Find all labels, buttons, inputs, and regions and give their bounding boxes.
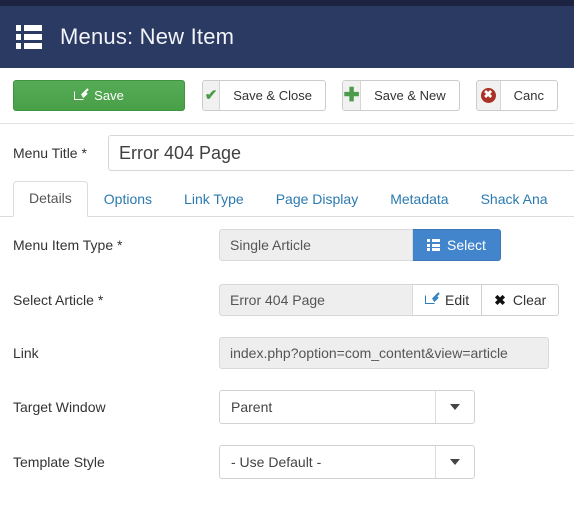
check-icon: ✔ bbox=[203, 81, 221, 110]
menu-item-type-select-button[interactable]: Select bbox=[413, 229, 501, 261]
tab-bar: Details Options Link Type Page Display M… bbox=[0, 181, 574, 217]
menu-item-type-value: Single Article bbox=[219, 229, 413, 261]
template-style-select[interactable]: - Use Default - bbox=[219, 444, 475, 479]
list-icon bbox=[16, 25, 42, 49]
save-and-close-label: Save & Close bbox=[233, 88, 312, 103]
page-title: Menus: New Item bbox=[60, 24, 235, 49]
article-clear-button[interactable]: ✖ Clear bbox=[482, 283, 560, 316]
tab-details[interactable]: Details bbox=[13, 181, 88, 217]
template-style-row: Template Style - Use Default - bbox=[0, 434, 574, 489]
menu-title-label: Menu Title * bbox=[13, 145, 87, 161]
save-and-new-button[interactable]: ✚ Save & New bbox=[341, 80, 460, 111]
select-article-label: Select Article * bbox=[13, 291, 104, 308]
cancel-circle-icon: ✖ bbox=[476, 81, 501, 110]
page-header: Menus: New Item bbox=[0, 6, 574, 68]
target-window-select[interactable]: Parent bbox=[219, 389, 475, 424]
toolbar: Save ✔ Save & Close ✚ Save & New ✖ Canc bbox=[0, 68, 574, 124]
chevron-down-icon[interactable] bbox=[435, 445, 474, 478]
save-and-new-label: Save & New bbox=[374, 88, 446, 103]
template-style-value: - Use Default - bbox=[231, 453, 322, 470]
tab-page-display[interactable]: Page Display bbox=[260, 182, 375, 217]
select-article-row: Select Article * Error 404 Page Edit ✖ C… bbox=[0, 273, 574, 326]
menu-title-input[interactable] bbox=[108, 135, 574, 171]
tab-shack-analytics[interactable]: Shack Ana bbox=[465, 182, 564, 217]
link-label: Link bbox=[13, 344, 39, 361]
link-row: Link index.php?option=com_content&view=a… bbox=[0, 326, 574, 379]
link-value: index.php?option=com_content&view=articl… bbox=[219, 336, 549, 369]
pencil-square-icon bbox=[74, 88, 89, 102]
article-clear-label: Clear bbox=[512, 291, 547, 308]
menu-item-type-row: Menu Item Type * Single Article Select bbox=[0, 217, 574, 273]
article-edit-label: Edit bbox=[445, 291, 470, 308]
tab-link-type[interactable]: Link Type bbox=[168, 182, 260, 217]
save-button-label: Save bbox=[94, 88, 124, 103]
target-window-row: Target Window Parent bbox=[0, 379, 574, 434]
menu-title-row: Menu Title * bbox=[0, 124, 574, 182]
pencil-square-icon bbox=[425, 292, 440, 306]
target-window-label: Target Window bbox=[13, 398, 106, 415]
save-and-close-button[interactable]: ✔ Save & Close bbox=[202, 80, 326, 111]
cancel-button[interactable]: ✖ Canc bbox=[475, 80, 558, 111]
plus-icon: ✚ bbox=[342, 81, 362, 110]
template-style-label: Template Style bbox=[13, 453, 105, 470]
tab-metadata[interactable]: Metadata bbox=[374, 182, 464, 217]
tab-options[interactable]: Options bbox=[88, 182, 168, 217]
menu-item-type-label: Menu Item Type * bbox=[13, 237, 123, 253]
save-button[interactable]: Save bbox=[13, 80, 185, 111]
select-article-value: Error 404 Page bbox=[219, 283, 413, 316]
target-window-value: Parent bbox=[231, 398, 273, 415]
edit-form: Menu Title * Details Options Link Type P… bbox=[0, 124, 574, 489]
x-icon: ✖ bbox=[494, 291, 506, 308]
list-icon bbox=[427, 239, 440, 251]
select-button-label: Select bbox=[447, 237, 486, 253]
chevron-down-icon[interactable] bbox=[435, 390, 474, 423]
cancel-label: Canc bbox=[513, 88, 544, 103]
article-edit-button[interactable]: Edit bbox=[413, 283, 483, 316]
